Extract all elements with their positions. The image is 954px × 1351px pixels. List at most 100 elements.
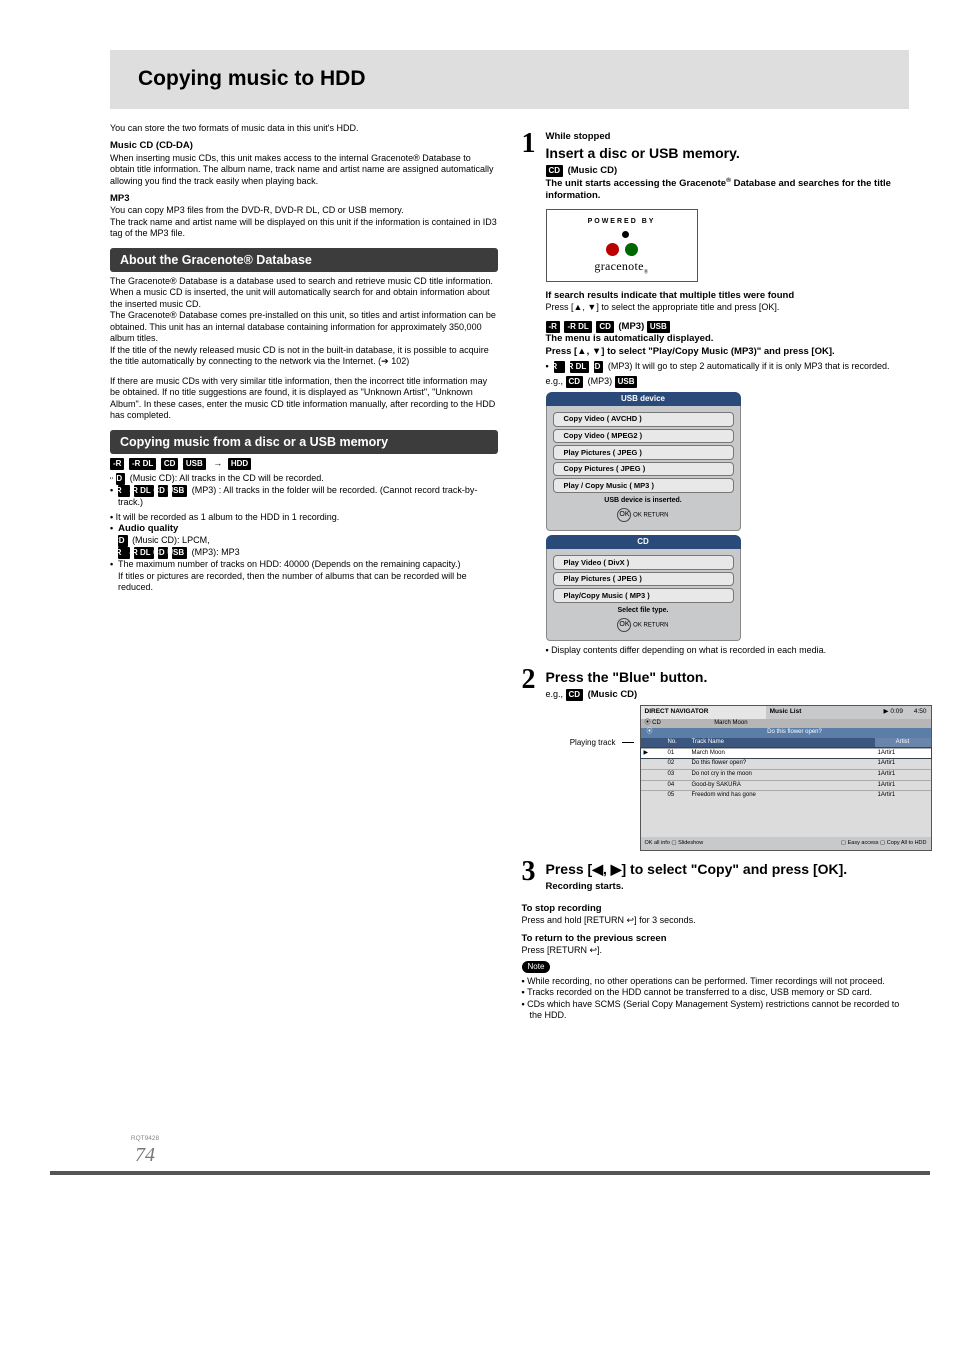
step1-eg-line: e.g., CD (MP3) USB [546, 376, 910, 388]
tag-r: -R [110, 458, 124, 470]
tag2-rdl: -R DL [134, 485, 153, 497]
step1-press-line: Press [▲, ▼] to select "Play/Copy Music … [546, 346, 910, 358]
stop-heading: To stop recording [522, 903, 910, 915]
step-1-while: While stopped [546, 131, 910, 143]
step1-access-text: The unit starts accessing the Gracenote®… [546, 177, 910, 202]
step-3-number: 3 [522, 859, 536, 884]
gn-dots-icon [604, 231, 640, 257]
col-track: Track Name [689, 738, 875, 748]
tag-cd-inline: CD [116, 473, 126, 485]
arrow-icon: → [213, 458, 222, 470]
usb-item-4[interactable]: Play / Copy Music ( MP3 ) [553, 478, 734, 493]
note-2: Tracks recorded on the HDD cannot be tra… [522, 987, 910, 999]
about-db-p1: The Gracenote® Database is a database us… [110, 276, 498, 288]
nav-foot-left: OK all info ▢ Slideshow [645, 840, 704, 847]
tag-hdd: HDD [228, 458, 251, 470]
nav-time-total: 4:50 [914, 708, 927, 715]
step-2-title: Press the "Blue" button. [546, 669, 932, 687]
nav-time-cur: ▶ 0:09 [884, 708, 903, 715]
aq-tag-usb: USB [172, 547, 187, 559]
nav-hdr-left: DIRECT NAVIGATOR [645, 708, 709, 715]
gn-powered: POWERED BY [547, 218, 697, 227]
s1t-rdl: -R DL [564, 321, 591, 333]
table-row[interactable]: 05Freedom wind has gone1Artir1 [641, 790, 931, 801]
music-cd-heading: Music CD (CD-DA) [110, 140, 498, 152]
about-db-p5: If there are music CDs with very similar… [110, 376, 498, 422]
step1-cd-label: (Music CD) [568, 165, 618, 176]
aq-tag-rdl: -R DL [134, 547, 153, 559]
s1o-r: -R [554, 361, 566, 373]
usb-panel-sub: USB device is inserted. [553, 497, 734, 506]
footer-page-number: 74 [110, 1143, 180, 1169]
usb-item-3[interactable]: Copy Pictures ( JPEG ) [553, 462, 734, 477]
nav-question: Do this flower open? [659, 729, 931, 737]
usb-panel-foot: OK OK RETURN [553, 508, 734, 522]
table-row[interactable]: 03Do not cry in the moon1Artir1 [641, 769, 931, 780]
step-3-sub: Recording starts. [546, 881, 910, 893]
step1-found-bold: If search results indicate that multiple… [546, 290, 910, 302]
gracenote-logo: POWERED BY gracenote® [546, 209, 698, 282]
about-db-p4: If the title of the newly released music… [110, 345, 498, 368]
tag-rdl: -R DL [129, 458, 156, 470]
nav-foot-right: ▢ Easy access ▢ Copy All to HDD [841, 840, 927, 847]
usb-device-panel: USB device Copy Video ( AVCHD ) Copy Vid… [546, 392, 741, 531]
step-3: 3 Press [◀, ▶] to select "Copy" and pres… [522, 859, 910, 893]
tag-usb: USB [183, 458, 206, 470]
cd-item-2[interactable]: Play/Copy Music ( MP3 ) [553, 588, 734, 603]
nav-album-name: March Moon [714, 720, 747, 726]
table-row[interactable]: 04Good-by SAKURA1Artir1 [641, 780, 931, 791]
bullet-max-tracks-b: If titles or pictures are recorded, then… [118, 571, 467, 593]
step1-cd-tag: CD [546, 165, 564, 177]
aq-tag-cd: CD [118, 535, 128, 547]
step2-eg: e.g., CD (Music CD) [546, 689, 932, 701]
nav-cd-icon: ⦿ CD [645, 720, 661, 726]
intro-text: You can store the two formats of music d… [110, 123, 498, 135]
usb-item-1[interactable]: Copy Video ( MPEG2 ) [553, 429, 734, 444]
aq-mp3-text: (MP3): MP3 [192, 547, 240, 557]
tag2-r: -R [118, 485, 130, 497]
cd-panel-sub: Select file type. [553, 607, 734, 616]
cd-panel-foot: OK OK RETURN [553, 618, 734, 632]
aq-tag-r: -R [118, 547, 130, 559]
step-1: 1 While stopped Insert a disc or USB mem… [522, 131, 910, 659]
about-db-p3: The Gracenote® Database comes pre-instal… [110, 310, 498, 345]
eg-usb-tag: USB [615, 376, 638, 388]
return-body: Press [RETURN ↩]. [522, 945, 910, 957]
step-2-number: 2 [522, 667, 536, 692]
music-cd-body: When inserting music CDs, this unit make… [110, 153, 498, 188]
mp3-heading: MP3 [110, 193, 498, 205]
copy-bullets-2: It will be recorded as 1 album to the HD… [110, 512, 498, 594]
cd-panel: CD Play Video ( DivX ) Play Pictures ( J… [546, 535, 741, 641]
step-1-title: Insert a disc or USB memory. [546, 145, 910, 163]
cd-item-1[interactable]: Play Pictures ( JPEG ) [553, 572, 734, 587]
gn-wordmark: gracenote® [547, 259, 697, 277]
copy-bullets-1: CD (Music CD): All tracks in the CD will… [110, 473, 498, 509]
eg-cd-tag: CD [566, 376, 584, 388]
cd-item-0[interactable]: Play Video ( DivX ) [553, 555, 734, 570]
audio-quality-label: Audio quality [118, 523, 178, 534]
note-tag: Note [522, 961, 551, 973]
page-title: Copying music to HDD [110, 50, 909, 109]
step1-only-bullet: -R -R DL CD (MP3) It will go to step 2 a… [546, 361, 910, 373]
right-column: 1 While stopped Insert a disc or USB mem… [522, 123, 910, 1025]
step-1-number: 1 [522, 131, 536, 156]
note-bullets: While recording, no other operations can… [522, 976, 910, 1022]
s1t-cd: CD [596, 321, 614, 333]
usb-item-0[interactable]: Copy Video ( AVCHD ) [553, 412, 734, 427]
s1t-r: -R [546, 321, 560, 333]
playing-track-label: Playing track [546, 705, 616, 748]
tag2-usb: USB [172, 485, 187, 497]
step1-display-note: Display contents differ depending on wha… [546, 645, 910, 657]
step1-menu-auto: The menu is automatically displayed. [546, 333, 910, 345]
table-row[interactable]: 02Do this flower open?1Artir1 [641, 758, 931, 769]
stop-body: Press and hold [RETURN ↩] for 3 seconds. [522, 915, 910, 927]
col-artist: Artist [875, 738, 931, 748]
step1-found-body: Press [▲, ▼] to select the appropriate t… [546, 302, 910, 314]
nav-rows: ▶01March Moon1Artir1 02Do this flower op… [641, 748, 931, 837]
s1t-mp3: (MP3) [618, 321, 647, 332]
table-row[interactable]: ▶01March Moon1Artir1 [641, 748, 931, 759]
ok-icon: OK [617, 508, 631, 522]
nav-hdr-mid: Music List [766, 706, 806, 718]
about-db-p2: When a music CD is inserted, the unit wi… [110, 287, 498, 310]
usb-item-2[interactable]: Play Pictures ( JPEG ) [553, 445, 734, 460]
